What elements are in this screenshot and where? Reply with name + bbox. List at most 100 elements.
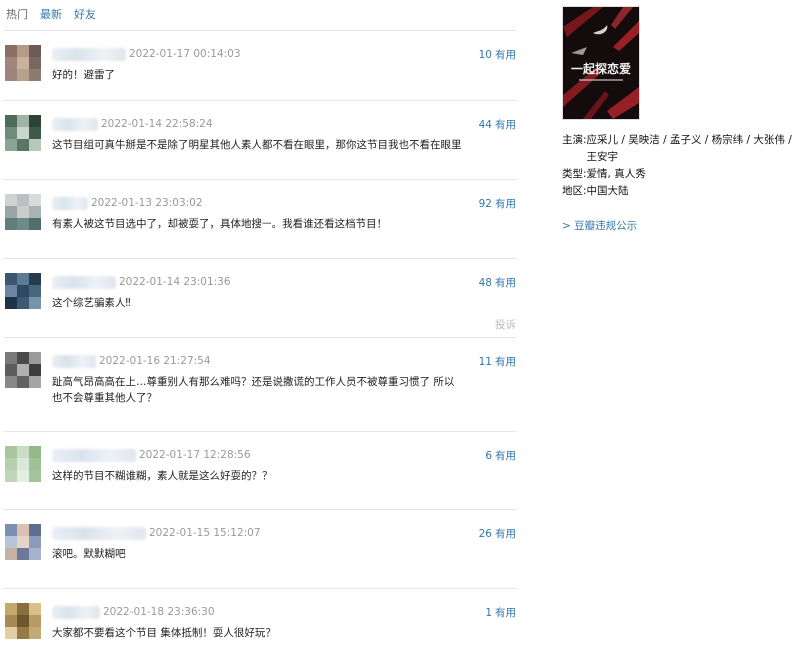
avatar-pixel bbox=[5, 470, 17, 482]
avatar[interactable] bbox=[5, 352, 41, 388]
avatar-pixel bbox=[17, 115, 29, 127]
avatar-pixel bbox=[5, 458, 17, 470]
avatar-pixel bbox=[29, 603, 41, 615]
violation-notice-link[interactable]: > 豆瓣违规公示 bbox=[562, 218, 798, 233]
vote-count: 1 有用 bbox=[485, 605, 516, 620]
avatar-pixel bbox=[29, 548, 41, 560]
avatar-pixel bbox=[5, 206, 17, 218]
vote-count: 11 有用 bbox=[479, 354, 516, 369]
avatar-pixel bbox=[17, 273, 29, 285]
avatar-pixel bbox=[29, 297, 41, 309]
vote-count: 48 有用 bbox=[479, 275, 516, 290]
avatar-pixel bbox=[29, 69, 41, 81]
username-blurred[interactable] bbox=[52, 275, 116, 289]
avatar-pixel bbox=[5, 376, 17, 388]
username-blurred[interactable] bbox=[52, 196, 88, 210]
avatar-pixel bbox=[17, 285, 29, 297]
avatar[interactable] bbox=[5, 115, 41, 151]
username-blurred[interactable] bbox=[52, 117, 98, 131]
comment-time: 2022-01-15 15:12:07 bbox=[149, 527, 261, 539]
comment-list: 2022-01-17 00:14:03 10 有用 好的！避雷了 2022-01-… bbox=[4, 30, 516, 658]
comment-text: 好的！避雷了 bbox=[52, 69, 115, 81]
username-blurred[interactable] bbox=[52, 448, 136, 462]
avatar-pixel bbox=[17, 297, 29, 309]
avatar-pixel bbox=[17, 218, 29, 230]
avatar-pixel bbox=[29, 206, 41, 218]
comment-text: 这节目组可真牛掰是不是除了明星其他人素人都不看在眼里，那你这节目我也不看在眼里 bbox=[52, 139, 462, 151]
vote-count: 26 有用 bbox=[479, 526, 516, 541]
tab-friends[interactable]: 好友 bbox=[74, 6, 96, 22]
comment-time: 2022-01-14 22:58:24 bbox=[101, 118, 213, 130]
vote-number: 44 bbox=[478, 119, 492, 131]
useful-button[interactable]: 有用 bbox=[495, 49, 516, 61]
avatar-pixel bbox=[17, 376, 29, 388]
comment-meta: 2022-01-17 12:28:56 bbox=[52, 448, 251, 462]
avatar-pixel bbox=[29, 376, 41, 388]
comment-time: 2022-01-14 23:01:36 bbox=[119, 276, 231, 288]
info-row-region: 地区: 中国大陆 bbox=[562, 183, 798, 200]
comment-item: 2022-01-14 22:58:24 44 有用 这节目组可真牛掰是不是除了明星… bbox=[4, 100, 516, 179]
comment-meta: 2022-01-14 22:58:24 bbox=[52, 117, 213, 131]
avatar[interactable] bbox=[5, 273, 41, 309]
username-blurred[interactable] bbox=[52, 47, 126, 61]
avatar-pixel bbox=[17, 45, 29, 57]
region-label: 地区: bbox=[562, 185, 587, 197]
avatar-pixel bbox=[5, 603, 17, 615]
useful-button[interactable]: 有用 bbox=[495, 277, 516, 289]
vote-number: 6 bbox=[485, 450, 492, 462]
comment-text: 这个综艺骗素人‼ bbox=[52, 297, 131, 309]
avatar-pixel bbox=[29, 285, 41, 297]
avatar[interactable] bbox=[5, 446, 41, 482]
comment-time: 2022-01-16 21:27:54 bbox=[99, 355, 211, 367]
username-blurred[interactable] bbox=[52, 354, 96, 368]
vote-count: 6 有用 bbox=[485, 448, 516, 463]
avatar-pixel bbox=[29, 273, 41, 285]
tab-hot[interactable]: 热门 bbox=[6, 6, 28, 22]
avatar-pixel bbox=[17, 194, 29, 206]
useful-button[interactable]: 有用 bbox=[495, 450, 516, 462]
useful-button[interactable]: 有用 bbox=[495, 528, 516, 540]
useful-button[interactable]: 有用 bbox=[495, 607, 516, 619]
avatar-pixel bbox=[29, 458, 41, 470]
comment-item: 2022-01-17 00:14:03 10 有用 好的！避雷了 bbox=[4, 30, 516, 100]
comment-meta: 2022-01-18 23:36:30 bbox=[52, 605, 215, 619]
avatar-pixel bbox=[5, 57, 17, 69]
avatar-pixel bbox=[5, 45, 17, 57]
avatar[interactable] bbox=[5, 603, 41, 639]
avatar-pixel bbox=[5, 615, 17, 627]
avatar[interactable] bbox=[5, 45, 41, 81]
useful-button[interactable]: 有用 bbox=[495, 198, 516, 210]
avatar-pixel bbox=[29, 364, 41, 376]
avatar-pixel bbox=[17, 57, 29, 69]
info-row-cast: 主演: 应采儿 / 吴映洁 / 孟子义 / 杨宗纬 / 大张伟 / 王安宇 bbox=[562, 132, 798, 166]
comment-time: 2022-01-17 00:14:03 bbox=[129, 48, 241, 60]
comment-item: 2022-01-17 12:28:56 6 有用 这样的节目不糊谁糊，素人就是这么… bbox=[4, 431, 516, 509]
vote-count: 92 有用 bbox=[479, 196, 516, 211]
useful-button[interactable]: 有用 bbox=[495, 119, 516, 131]
subject-info: 主演: 应采儿 / 吴映洁 / 孟子义 / 杨宗纬 / 大张伟 / 王安宇 类型… bbox=[562, 132, 798, 200]
comment-meta: 2022-01-14 23:01:36 bbox=[52, 275, 231, 289]
useful-button[interactable]: 有用 bbox=[495, 356, 516, 368]
report-link[interactable]: 投诉 bbox=[495, 317, 516, 332]
username-blurred[interactable] bbox=[52, 605, 100, 619]
avatar-pixel bbox=[29, 115, 41, 127]
tab-latest[interactable]: 最新 bbox=[40, 6, 62, 22]
avatar-pixel bbox=[5, 446, 17, 458]
avatar[interactable] bbox=[5, 194, 41, 230]
avatar-pixel bbox=[5, 536, 17, 548]
comment-meta: 2022-01-13 23:03:02 bbox=[52, 196, 203, 210]
comment-time: 2022-01-13 23:03:02 bbox=[91, 197, 203, 209]
vote-number: 92 bbox=[478, 198, 492, 210]
comment-item: 2022-01-18 23:36:30 1 有用 大家都不要看这个节目 集体抵制！… bbox=[4, 588, 516, 658]
avatar-pixel bbox=[17, 139, 29, 151]
subject-sidebar: 一起探恋爱 主演: 应采儿 / 吴映洁 / 孟子义 / 杨宗纬 / 大张伟 / … bbox=[562, 6, 798, 233]
avatar-pixel bbox=[5, 218, 17, 230]
vote-count: 10 有用 bbox=[479, 47, 516, 62]
avatar[interactable] bbox=[5, 524, 41, 560]
avatar-pixel bbox=[17, 127, 29, 139]
genre-label: 类型: bbox=[562, 168, 587, 180]
poster-image[interactable]: 一起探恋爱 bbox=[562, 6, 640, 120]
avatar-pixel bbox=[5, 297, 17, 309]
vote-number: 26 bbox=[478, 528, 492, 540]
username-blurred[interactable] bbox=[52, 526, 146, 540]
